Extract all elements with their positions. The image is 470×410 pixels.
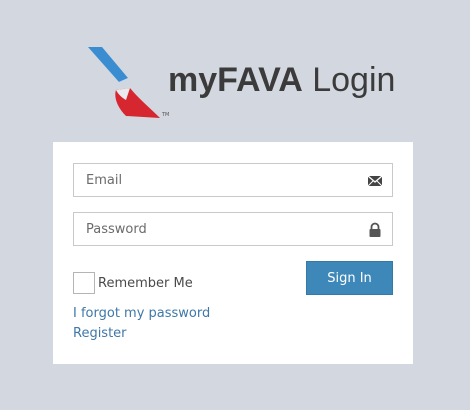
password-input[interactable] [74, 213, 392, 245]
page-title-brand: myFAVA [168, 61, 303, 99]
remember-me-label: Remember Me [98, 275, 193, 291]
trademark: TM [162, 112, 170, 118]
envelope-icon [367, 175, 383, 187]
email-input[interactable] [74, 164, 392, 196]
register-link[interactable]: Register [73, 326, 127, 341]
password-field-wrapper [73, 212, 393, 246]
email-field-wrapper [73, 163, 393, 197]
login-card: Remember Me Sign In I forgot my password… [53, 142, 413, 364]
flight-symbol-logo-icon [88, 47, 160, 118]
sign-in-button[interactable]: Sign In [306, 261, 393, 295]
remember-me[interactable]: Remember Me [73, 271, 193, 295]
forgot-password-link[interactable]: I forgot my password [73, 306, 210, 321]
logo-header: TM myFAVA Login [86, 44, 395, 124]
page-title-login: Login [312, 61, 396, 99]
remember-me-checkbox[interactable] [73, 272, 95, 294]
page-title: myFAVA Login [168, 60, 395, 100]
lock-icon [369, 222, 381, 237]
